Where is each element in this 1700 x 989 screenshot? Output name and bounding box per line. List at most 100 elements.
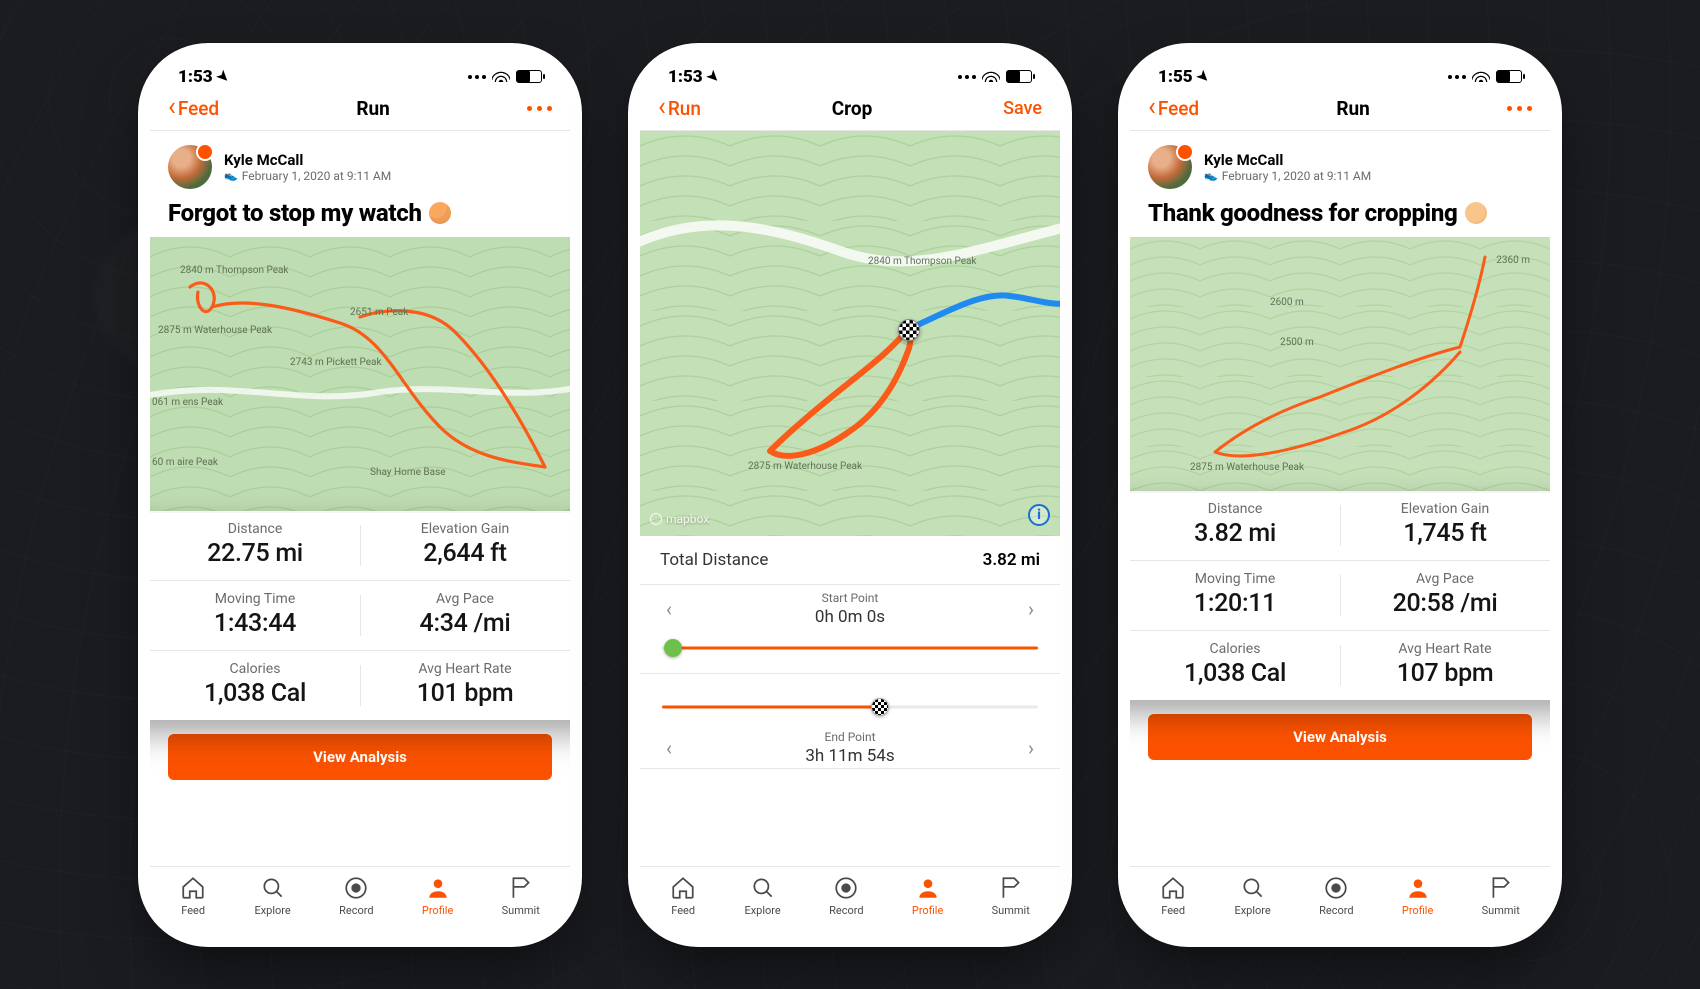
tab-summit[interactable]: Summit <box>992 875 1030 917</box>
tab-record[interactable]: Record <box>1319 875 1353 917</box>
battery-icon <box>516 70 542 83</box>
stat-moving-time: Moving Time1:20:11 <box>1130 561 1340 630</box>
page-title: Run <box>356 97 389 120</box>
end-point-block: ‹ End Point 3h 11m 54s › <box>640 674 1060 769</box>
tab-summit[interactable]: Summit <box>1482 875 1520 917</box>
page-title: Run <box>1336 97 1369 120</box>
start-slider-thumb[interactable] <box>664 639 682 657</box>
page-title: Crop <box>832 97 873 120</box>
status-time: 1:53 ➤ <box>178 67 229 87</box>
phone-crop: 1:53 ➤ ‹Run Crop Save 2840 m <box>640 55 1060 935</box>
run-icon: 👟 <box>224 169 238 182</box>
nav-bar: ‹Feed Run <box>1130 91 1550 131</box>
stat-calories: Calories1,038 Cal <box>1130 631 1340 700</box>
tab-explore[interactable]: Explore <box>744 875 780 917</box>
stats-card: Distance3.82 mi Elevation Gain1,745 ft M… <box>1130 491 1550 700</box>
activity-title: Thank goodness for cropping <box>1130 195 1550 237</box>
start-point-value: 0h 0m 0s <box>815 607 885 627</box>
wifi-icon <box>1472 67 1490 87</box>
view-analysis-button[interactable]: View Analysis <box>1148 714 1532 760</box>
cell-signal-icon <box>958 75 976 79</box>
tab-summit[interactable]: Summit <box>502 875 540 917</box>
flushed-emoji-icon <box>429 202 451 224</box>
stat-pace: Avg Pace4:34 /mi <box>360 581 570 650</box>
info-button[interactable]: i <box>1028 504 1050 526</box>
back-button[interactable]: ‹Feed <box>168 97 219 120</box>
cell-signal-icon <box>1448 75 1466 79</box>
back-button[interactable]: ‹Feed <box>1148 97 1199 120</box>
nav-bar: ‹Run Crop Save <box>640 91 1060 131</box>
tab-explore[interactable]: Explore <box>254 875 290 917</box>
phone-notch <box>270 55 450 83</box>
location-icon: ➤ <box>703 67 723 87</box>
end-point-value: 3h 11m 54s <box>805 746 894 766</box>
stat-heart-rate: Avg Heart Rate107 bpm <box>1340 631 1550 700</box>
tab-feed[interactable]: Feed <box>180 875 206 917</box>
stat-calories: Calories1,038 Cal <box>150 651 360 720</box>
stat-elevation: Elevation Gain2,644 ft <box>360 511 570 580</box>
avatar[interactable] <box>1148 145 1192 189</box>
crop-total-row: Total Distance 3.82 mi <box>640 536 1060 585</box>
total-distance-value: 3.82 mi <box>983 550 1040 570</box>
activity-date: 👟February 1, 2020 at 9:11 AM <box>224 169 391 183</box>
tab-bar: Feed Explore Record Profile Summit <box>150 866 570 935</box>
status-time: 1:55 ➤ <box>1158 67 1209 87</box>
more-button[interactable] <box>1507 106 1532 111</box>
crop-map[interactable]: 2840 m Thompson Peak 2875 m Waterhouse P… <box>640 131 1060 536</box>
user-name: Kyle McCall <box>1204 151 1371 169</box>
tab-feed[interactable]: Feed <box>1160 875 1186 917</box>
avatar[interactable] <box>168 145 212 189</box>
cell-signal-icon <box>468 75 486 79</box>
back-button[interactable]: ‹Run <box>658 97 701 120</box>
phone-activity-before: 1:53 ➤ ‹Feed Run Kyle McCall 👟February 1… <box>150 55 570 935</box>
activity-map[interactable]: 2360 m 2500 m 2600 m 2875 m Waterhouse P… <box>1130 237 1550 497</box>
location-icon: ➤ <box>1193 67 1213 87</box>
mapbox-attribution: mapbox <box>650 512 709 526</box>
phone-activity-after: 1:55 ➤ ‹Feed Run Kyle McCall 👟February 1… <box>1130 55 1550 935</box>
activity-header: Kyle McCall 👟February 1, 2020 at 9:11 AM <box>1130 131 1550 195</box>
stat-heart-rate: Avg Heart Rate101 bpm <box>360 651 570 720</box>
stat-pace: Avg Pace20:58 /mi <box>1340 561 1550 630</box>
user-name: Kyle McCall <box>224 151 391 169</box>
activity-map[interactable]: 2840 m Thompson Peak 2875 m Waterhouse P… <box>150 237 570 517</box>
activity-header: Kyle McCall 👟February 1, 2020 at 9:11 AM <box>150 131 570 195</box>
view-analysis-button[interactable]: View Analysis <box>168 734 552 780</box>
phone-notch <box>760 55 940 83</box>
tab-profile[interactable]: Profile <box>912 875 943 917</box>
tab-record[interactable]: Record <box>339 875 373 917</box>
location-icon: ➤ <box>213 67 233 87</box>
wifi-icon <box>492 67 510 87</box>
run-icon: 👟 <box>1204 169 1218 182</box>
battery-icon <box>1496 70 1522 83</box>
stat-distance: Distance22.75 mi <box>150 511 360 580</box>
tab-profile[interactable]: Profile <box>422 875 453 917</box>
status-time: 1:53 ➤ <box>668 67 719 87</box>
stats-card: Distance22.75 mi Elevation Gain2,644 ft … <box>150 511 570 720</box>
tab-bar: Feed Explore Record Profile Summit <box>1130 866 1550 935</box>
tab-record[interactable]: Record <box>829 875 863 917</box>
activity-date: 👟February 1, 2020 at 9:11 AM <box>1204 169 1371 183</box>
tab-bar: Feed Explore Record Profile Summit <box>640 866 1060 935</box>
stat-elevation: Elevation Gain1,745 ft <box>1340 491 1550 560</box>
end-slider[interactable] <box>662 694 1038 720</box>
activity-title: Forgot to stop my watch <box>150 195 570 237</box>
phone-notch <box>1250 55 1430 83</box>
nav-bar: ‹Feed Run <box>150 91 570 131</box>
start-next-button[interactable]: › <box>1022 593 1040 625</box>
tab-explore[interactable]: Explore <box>1234 875 1270 917</box>
end-marker-icon[interactable] <box>898 319 920 341</box>
more-button[interactable] <box>527 106 552 111</box>
total-distance-label: Total Distance <box>660 550 768 570</box>
end-slider-thumb[interactable] <box>871 698 889 716</box>
wifi-icon <box>982 67 1000 87</box>
end-point-label: End Point <box>678 730 1022 744</box>
save-button[interactable]: Save <box>1003 98 1042 119</box>
end-prev-button[interactable]: ‹ <box>660 732 678 764</box>
tab-feed[interactable]: Feed <box>670 875 696 917</box>
start-prev-button[interactable]: ‹ <box>660 593 678 625</box>
stat-moving-time: Moving Time1:43:44 <box>150 581 360 650</box>
clap-emoji-icon <box>1465 202 1487 224</box>
tab-profile[interactable]: Profile <box>1402 875 1433 917</box>
start-slider[interactable] <box>662 635 1038 661</box>
end-next-button[interactable]: › <box>1022 732 1040 764</box>
